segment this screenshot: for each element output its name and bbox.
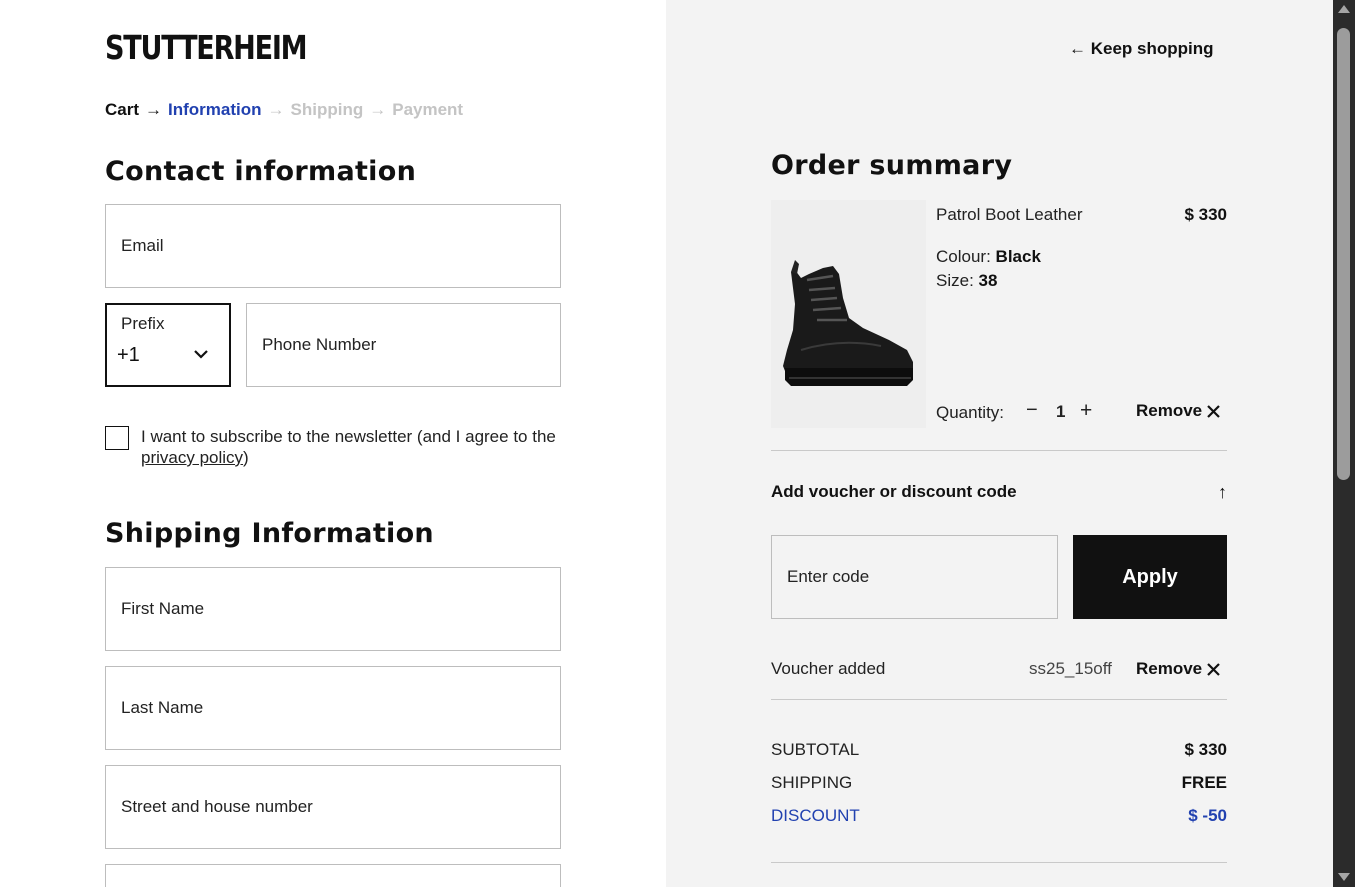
voucher-toggle-label: Add voucher or discount code bbox=[771, 482, 1017, 501]
voucher-added-label: Voucher added bbox=[771, 659, 886, 678]
voucher-code-input[interactable]: Enter code bbox=[771, 535, 1058, 619]
quantity-decrease-button[interactable]: − bbox=[1026, 399, 1038, 422]
size-value: 38 bbox=[978, 271, 998, 290]
chevron-down-icon bbox=[194, 350, 208, 359]
newsletter-row: I want to subscribe to the newsletter (a… bbox=[105, 426, 565, 468]
product-image bbox=[771, 200, 926, 428]
brand-logo[interactable]: STUTTERHEIM bbox=[105, 28, 308, 67]
colour-value: Black bbox=[995, 247, 1041, 266]
scrollbar-thumb[interactable] bbox=[1337, 28, 1350, 480]
discount-label: DISCOUNT bbox=[771, 806, 860, 825]
discount-row: DISCOUNT $ -50 bbox=[771, 806, 1227, 826]
subtotal-label: SUBTOTAL bbox=[771, 740, 860, 759]
email-field[interactable]: Email bbox=[105, 204, 561, 288]
close-icon bbox=[1207, 662, 1220, 676]
boot-icon bbox=[783, 260, 913, 386]
prefix-label: Prefix bbox=[121, 314, 165, 333]
prefix-value: +1 bbox=[117, 344, 140, 366]
newsletter-text-close: ) bbox=[243, 448, 249, 467]
discount-value: $ -50 bbox=[1188, 806, 1227, 825]
newsletter-text: I want to subscribe to the newsletter (a… bbox=[141, 427, 556, 446]
divider bbox=[771, 862, 1227, 863]
breadcrumb: Cart → Information → Shipping → Payment bbox=[105, 100, 463, 120]
checkout-form-panel: STUTTERHEIM Cart → Information → Shippin… bbox=[0, 0, 666, 887]
contact-heading: Contact information bbox=[105, 156, 417, 187]
size-label: Size: bbox=[936, 271, 974, 290]
breadcrumb-shipping: Shipping bbox=[290, 100, 364, 119]
shipping-value: FREE bbox=[1181, 773, 1227, 792]
shipping-heading: Shipping Information bbox=[105, 518, 434, 549]
subtotal-value: $ 330 bbox=[1184, 740, 1227, 759]
subtotal-row: SUBTOTAL $ 330 bbox=[771, 740, 1227, 760]
phone-placeholder: Phone Number bbox=[262, 335, 377, 354]
shipping-label: SHIPPING bbox=[771, 773, 853, 792]
apply-button[interactable]: Apply bbox=[1073, 535, 1227, 619]
remove-product-button[interactable]: Remove bbox=[1136, 401, 1220, 421]
vertical-scrollbar[interactable] bbox=[1333, 0, 1355, 887]
first-name-placeholder: First Name bbox=[121, 599, 205, 618]
breadcrumb-separator: → bbox=[369, 100, 387, 119]
product-colour: Colour: Black bbox=[936, 247, 1041, 267]
phone-prefix-select[interactable]: Prefix +1 bbox=[105, 303, 231, 387]
remove-voucher-button[interactable]: Remove bbox=[1136, 659, 1220, 679]
voucher-code-value: ss25_15off bbox=[1029, 659, 1112, 678]
breadcrumb-separator: → bbox=[267, 100, 285, 119]
last-name-field[interactable]: Last Name bbox=[105, 666, 561, 750]
colour-label: Colour: bbox=[936, 247, 991, 266]
street-placeholder: Street and house number bbox=[121, 797, 313, 816]
last-name-placeholder: Last Name bbox=[121, 698, 204, 717]
breadcrumb-payment: Payment bbox=[392, 100, 464, 119]
quantity-value: 1 bbox=[1056, 402, 1066, 421]
email-placeholder: Email bbox=[121, 236, 164, 255]
divider bbox=[771, 699, 1227, 700]
street-field[interactable]: Street and house number bbox=[105, 765, 561, 849]
first-name-field[interactable]: First Name bbox=[105, 567, 561, 651]
scroll-down-arrow-icon[interactable] bbox=[1338, 873, 1350, 881]
voucher-code-placeholder: Enter code bbox=[787, 567, 870, 586]
keep-shopping-link[interactable]: ← Keep shopping bbox=[1069, 39, 1214, 59]
arrow-up-icon: ↑ bbox=[1218, 482, 1227, 502]
divider bbox=[771, 450, 1227, 451]
product-price: $ 330 bbox=[1184, 205, 1227, 224]
voucher-toggle[interactable]: Add voucher or discount code ↑ bbox=[771, 482, 1227, 506]
breadcrumb-cart[interactable]: Cart bbox=[105, 100, 139, 120]
phone-number-field[interactable]: Phone Number bbox=[246, 303, 561, 387]
newsletter-label: I want to subscribe to the newsletter (a… bbox=[141, 426, 565, 468]
remove-product-label: Remove bbox=[1136, 401, 1203, 420]
privacy-policy-link[interactable]: privacy policy bbox=[141, 448, 243, 467]
quantity-increase-button[interactable]: + bbox=[1080, 399, 1092, 423]
order-summary-heading: Order summary bbox=[771, 150, 1013, 181]
scroll-up-arrow-icon[interactable] bbox=[1338, 5, 1350, 13]
close-icon bbox=[1207, 404, 1220, 418]
breadcrumb-separator: → bbox=[145, 100, 163, 119]
newsletter-checkbox[interactable] bbox=[105, 426, 129, 450]
product-size: Size: 38 bbox=[936, 271, 997, 291]
remove-voucher-label: Remove bbox=[1136, 659, 1203, 678]
product-name[interactable]: Patrol Boot Leather bbox=[936, 205, 1082, 225]
quantity-label: Quantity: bbox=[936, 403, 1005, 422]
breadcrumb-information: Information bbox=[168, 100, 262, 119]
next-address-field[interactable] bbox=[105, 864, 561, 887]
shipping-row: SHIPPING FREE bbox=[771, 773, 1227, 793]
